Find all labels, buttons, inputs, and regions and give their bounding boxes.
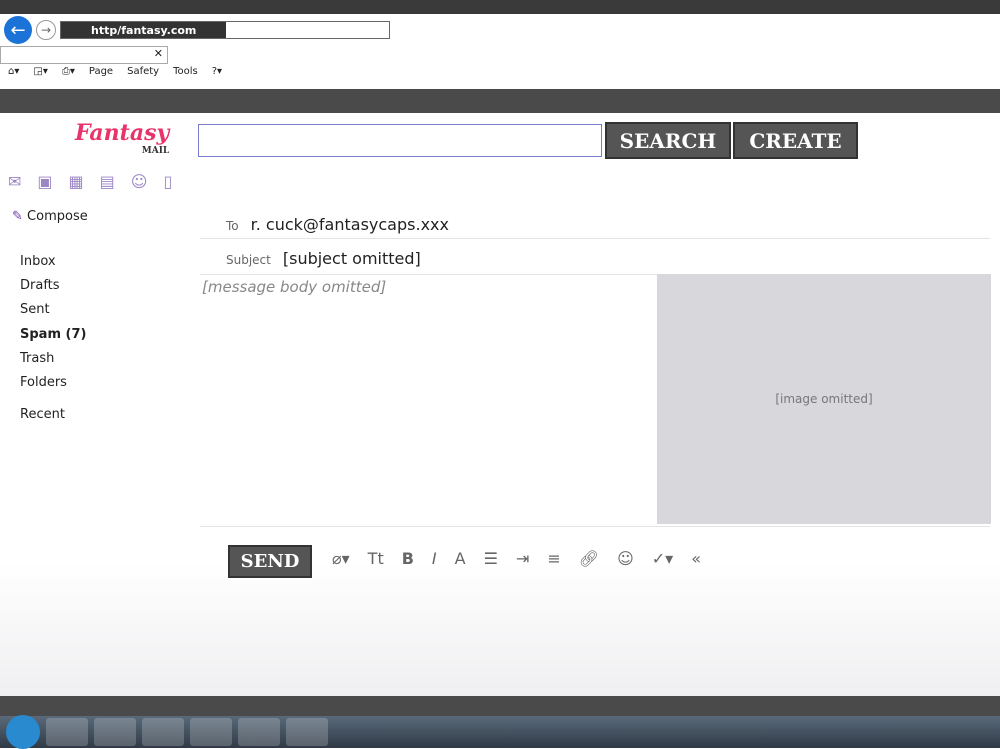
send-button[interactable]: SEND bbox=[228, 545, 312, 578]
sidebar-item-folders[interactable]: Folders bbox=[20, 371, 86, 395]
mail-icon[interactable]: ✉ bbox=[8, 172, 21, 191]
align-icon[interactable]: ≡ bbox=[547, 549, 560, 568]
address-bar: ← → http/fantasy.com bbox=[0, 14, 1000, 46]
attach-icon[interactable]: ⌀▾ bbox=[332, 549, 350, 568]
sidebar-item-spam[interactable]: Spam (7) bbox=[20, 323, 86, 347]
bullet-list-icon[interactable]: ☰ bbox=[484, 549, 498, 568]
image-placeholder: [image omitted] bbox=[657, 274, 991, 524]
format-toolbar: ⌀▾ Tt B I A ☰ ⇥ ≡ 🔗︎ ☺ ✓▾ « bbox=[332, 549, 701, 568]
sidebar-item-trash[interactable]: Trash bbox=[20, 347, 86, 371]
sidebar: Inbox Drafts Sent Spam (7) Trash Folders… bbox=[20, 250, 86, 427]
divider bbox=[200, 238, 990, 239]
url-field[interactable]: http/fantasy.com bbox=[60, 21, 390, 39]
taskbar-app[interactable] bbox=[94, 718, 136, 746]
search-button[interactable]: SEARCH bbox=[605, 122, 731, 159]
browser-tab[interactable]: ✕ bbox=[0, 46, 168, 64]
taskbar-app[interactable] bbox=[190, 718, 232, 746]
window-titlebar bbox=[0, 0, 1000, 14]
command-bar: ⌂▾ ◲▾ ⎙▾ Page Safety Tools ?▾ bbox=[8, 66, 222, 77]
logo-text: Fantasy bbox=[75, 120, 170, 146]
divider bbox=[200, 526, 990, 527]
bold-icon[interactable]: B bbox=[402, 549, 414, 568]
logo[interactable]: Fantasy MAIL bbox=[75, 120, 169, 156]
emoji-icon[interactable]: ☺ bbox=[617, 549, 634, 568]
subject-value: [subject omitted] bbox=[282, 249, 421, 268]
to-label: To bbox=[226, 219, 239, 233]
subject-field[interactable]: Subject [subject omitted] bbox=[226, 249, 421, 268]
sidebar-item-sent[interactable]: Sent bbox=[20, 298, 86, 322]
italic-icon[interactable]: I bbox=[432, 549, 437, 568]
taskbar-app[interactable] bbox=[46, 718, 88, 746]
sidebar-item-drafts[interactable]: Drafts bbox=[20, 274, 86, 298]
notepad-icon[interactable]: ▤ bbox=[100, 172, 115, 191]
print-icon[interactable]: ⎙▾ bbox=[62, 66, 75, 77]
app-icons: ✉ ▣ ▦ ▤ ☺ ▯ bbox=[8, 172, 172, 191]
search-input[interactable] bbox=[198, 124, 602, 157]
help-icon[interactable]: ?▾ bbox=[212, 66, 222, 77]
sidebar-item-recent[interactable]: Recent bbox=[20, 403, 86, 427]
indent-icon[interactable]: ⇥ bbox=[516, 549, 529, 568]
subject-label: Subject bbox=[226, 253, 271, 267]
message-body[interactable]: [message body omitted] bbox=[202, 278, 642, 296]
url-text: http/fantasy.com bbox=[61, 22, 227, 38]
back-icon[interactable]: ← bbox=[4, 16, 32, 44]
compose-button[interactable]: ✎ Compose bbox=[12, 209, 88, 224]
to-value: r. cuck@fantasycaps.xxx bbox=[250, 215, 449, 234]
contacts-icon[interactable]: ▣ bbox=[37, 172, 52, 191]
collapse-icon[interactable]: « bbox=[691, 549, 701, 568]
text-color-icon[interactable]: A bbox=[455, 549, 466, 568]
menu-safety[interactable]: Safety bbox=[127, 66, 159, 77]
menu-page[interactable]: Page bbox=[89, 66, 113, 77]
toolbar-strip bbox=[0, 89, 1000, 113]
to-field[interactable]: To r. cuck@fantasycaps.xxx bbox=[226, 215, 449, 234]
taskbar bbox=[0, 715, 1000, 749]
spellcheck-icon[interactable]: ✓▾ bbox=[652, 549, 673, 568]
taskbar-app[interactable] bbox=[238, 718, 280, 746]
compose-label: Compose bbox=[27, 209, 88, 224]
feed-icon[interactable]: ◲▾ bbox=[33, 66, 47, 77]
link-icon[interactable]: 🔗︎ bbox=[579, 549, 599, 568]
menu-tools[interactable]: Tools bbox=[173, 66, 198, 77]
messenger-icon[interactable]: ☺ bbox=[131, 172, 148, 191]
start-button[interactable] bbox=[6, 715, 40, 749]
taskbar-app[interactable] bbox=[286, 718, 328, 746]
create-button[interactable]: CREATE bbox=[733, 122, 858, 159]
logo-sub: MAIL bbox=[141, 146, 170, 156]
sidebar-item-inbox[interactable]: Inbox bbox=[20, 250, 86, 274]
mobile-icon[interactable]: ▯ bbox=[163, 172, 172, 191]
calendar-icon[interactable]: ▦ bbox=[69, 172, 84, 191]
taskbar-app[interactable] bbox=[142, 718, 184, 746]
status-bar bbox=[0, 696, 1000, 716]
font-size-icon[interactable]: Tt bbox=[368, 549, 384, 568]
pencil-icon: ✎ bbox=[12, 209, 23, 224]
forward-icon[interactable]: → bbox=[36, 20, 56, 40]
home-icon[interactable]: ⌂▾ bbox=[8, 66, 19, 77]
